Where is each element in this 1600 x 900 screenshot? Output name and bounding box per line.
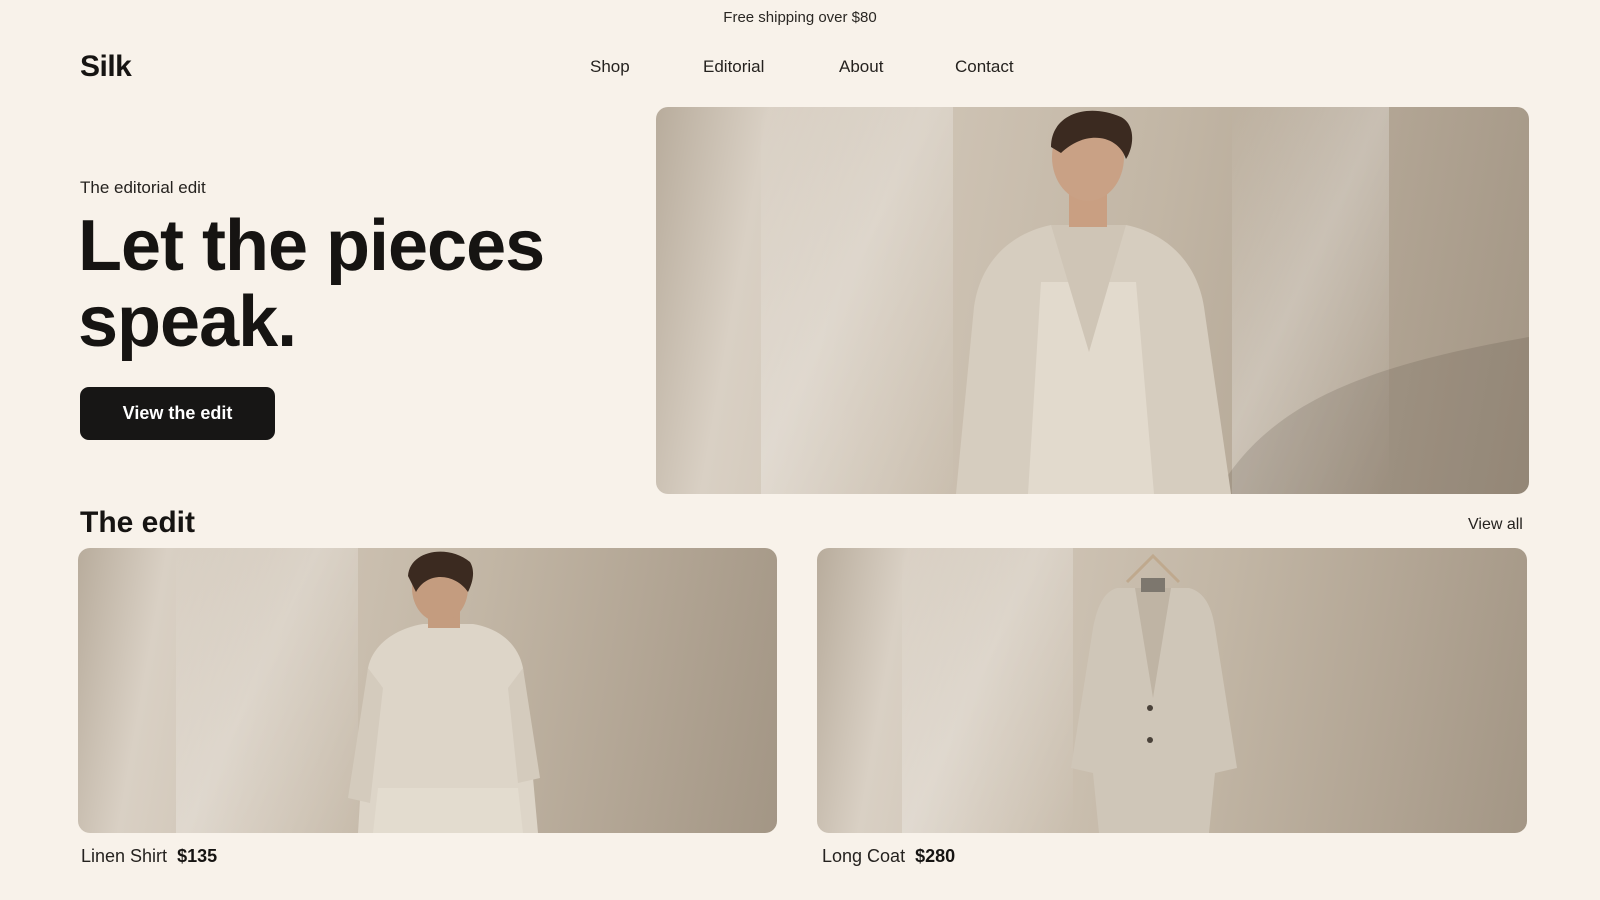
product-meta-linen-shirt[interactable]: Linen Shirt $135 <box>81 846 217 867</box>
hero-headline-line2: speak. <box>78 282 297 362</box>
nav-contact[interactable]: Contact <box>955 57 1014 77</box>
nav-about[interactable]: About <box>839 57 883 77</box>
product-price: $280 <box>915 846 956 866</box>
hero-headline-line1: Let the pieces <box>78 206 545 286</box>
product-image-long-coat[interactable] <box>817 548 1527 833</box>
view-all-link[interactable]: View all <box>1468 516 1523 534</box>
product-meta-long-coat[interactable]: Long Coat $280 <box>822 846 955 867</box>
brand-logo[interactable]: Silk <box>80 50 132 84</box>
nav-editorial[interactable]: Editorial <box>703 57 764 77</box>
hero-headline: Let the pieces speak. <box>78 208 638 360</box>
view-the-edit-button[interactable]: View the edit <box>80 387 275 440</box>
hero-figure-illustration <box>956 110 1529 494</box>
product-image-linen-shirt[interactable] <box>78 548 777 833</box>
nav-shop[interactable]: Shop <box>590 57 630 77</box>
product-name: Linen Shirt <box>81 846 168 866</box>
page: Free shipping over $80 Silk Shop Editori… <box>0 0 1600 900</box>
linen-shirt-figure-illustration <box>348 551 540 833</box>
section-title-the-edit: The edit <box>80 506 196 539</box>
product-price: $135 <box>177 846 218 866</box>
hero-image[interactable] <box>656 107 1529 494</box>
hero-eyebrow: The editorial edit <box>80 178 206 197</box>
long-coat-illustration <box>1071 553 1237 833</box>
announcement-bar: Free shipping over $80 <box>723 9 877 26</box>
product-name: Long Coat <box>822 846 906 866</box>
